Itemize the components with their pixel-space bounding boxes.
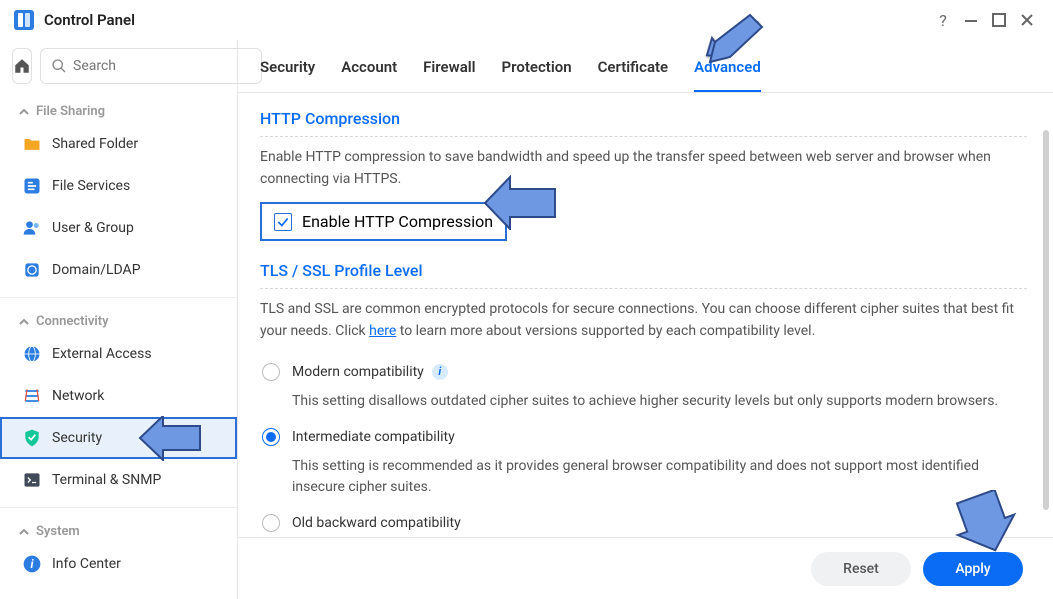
radio-intermediate-compatibility[interactable]: Intermediate compatibility <box>262 420 1027 454</box>
radio-modern-desc: This setting disallows outdated cipher s… <box>262 389 1027 420</box>
maximize-button[interactable] <box>985 6 1013 34</box>
sidebar-item-info-center[interactable]: iInfo Center <box>0 543 237 585</box>
radio-icon <box>262 514 280 532</box>
section-http-compression: HTTP Compression <box>260 109 1027 137</box>
help-button[interactable]: ? <box>929 6 957 34</box>
search-icon <box>51 58 67 74</box>
sidebar-item-network[interactable]: Network <box>0 375 237 417</box>
radio-intermediate-desc: This setting is recommended as it provid… <box>262 454 1027 506</box>
sidebar-item-terminal-snmp[interactable]: Terminal & SNMP <box>0 459 237 501</box>
user-group-icon <box>22 218 42 238</box>
enable-http-compression-checkbox[interactable]: Enable HTTP Compression <box>260 202 507 241</box>
chevron-up-icon <box>18 526 30 538</box>
tab-bar: Security Account Firewall Protection Cer… <box>238 40 1053 93</box>
tls-radio-group: Modern compatibilityi This setting disal… <box>262 355 1027 540</box>
tls-desc: TLS and SSL are common encrypted protoco… <box>260 299 1027 342</box>
section-connectivity[interactable]: Connectivity <box>0 304 237 333</box>
scrollbar[interactable] <box>1043 130 1049 550</box>
globe-icon <box>22 344 42 364</box>
file-services-icon <box>22 176 42 196</box>
tab-advanced[interactable]: Advanced <box>694 58 761 92</box>
info-icon[interactable]: i <box>432 364 448 380</box>
http-compression-desc: Enable HTTP compression to save bandwidt… <box>260 147 1027 190</box>
sidebar-item-external-access[interactable]: External Access <box>0 333 237 375</box>
domain-icon <box>22 260 42 280</box>
tab-protection[interactable]: Protection <box>502 58 572 92</box>
checkbox-label: Enable HTTP Compression <box>302 212 493 231</box>
sidebar-item-security[interactable]: Security <box>0 417 237 459</box>
apply-button[interactable]: Apply <box>923 552 1023 586</box>
minimize-button[interactable] <box>957 6 985 34</box>
section-system[interactable]: System <box>0 514 237 543</box>
home-icon <box>13 57 31 75</box>
search-box[interactable] <box>40 48 262 84</box>
info-icon: i <box>22 554 42 574</box>
section-tls-profile: TLS / SSL Profile Level <box>260 261 1027 289</box>
radio-icon <box>262 428 280 446</box>
tls-learn-more-link[interactable]: here <box>369 323 396 339</box>
search-input[interactable] <box>73 58 251 74</box>
divider <box>0 297 237 298</box>
sidebar-item-domain-ldap[interactable]: Domain/LDAP <box>0 249 237 291</box>
terminal-icon <box>22 470 42 490</box>
section-file-sharing[interactable]: File Sharing <box>0 94 237 123</box>
home-button[interactable] <box>12 48 32 84</box>
titlebar: Control Panel ? <box>0 0 1053 40</box>
tab-account[interactable]: Account <box>341 58 397 92</box>
shield-icon <box>22 428 42 448</box>
chevron-up-icon <box>18 106 30 118</box>
tab-certificate[interactable]: Certificate <box>598 58 669 92</box>
scroll-area[interactable]: HTTP Compression Enable HTTP compression… <box>238 93 1053 599</box>
window-title: Control Panel <box>44 11 929 29</box>
radio-old-compatibility[interactable]: Old backward compatibility <box>262 506 1027 540</box>
checkbox-icon <box>274 213 292 231</box>
folder-icon <box>22 134 42 154</box>
tab-firewall[interactable]: Firewall <box>423 58 475 92</box>
reset-button[interactable]: Reset <box>811 552 911 586</box>
close-button[interactable] <box>1013 6 1041 34</box>
sidebar-item-shared-folder[interactable]: Shared Folder <box>0 123 237 165</box>
tab-security[interactable]: Security <box>260 58 315 92</box>
network-icon <box>22 386 42 406</box>
divider <box>0 507 237 508</box>
radio-icon <box>262 363 280 381</box>
footer: Reset Apply <box>238 537 1053 599</box>
app-icon <box>12 8 36 32</box>
radio-modern-compatibility[interactable]: Modern compatibilityi <box>262 355 1027 389</box>
chevron-up-icon <box>18 316 30 328</box>
sidebar-item-file-services[interactable]: File Services <box>0 165 237 207</box>
content-area: Security Account Firewall Protection Cer… <box>238 40 1053 599</box>
sidebar: File Sharing Shared Folder File Services… <box>0 40 238 599</box>
sidebar-item-user-group[interactable]: User & Group <box>0 207 237 249</box>
